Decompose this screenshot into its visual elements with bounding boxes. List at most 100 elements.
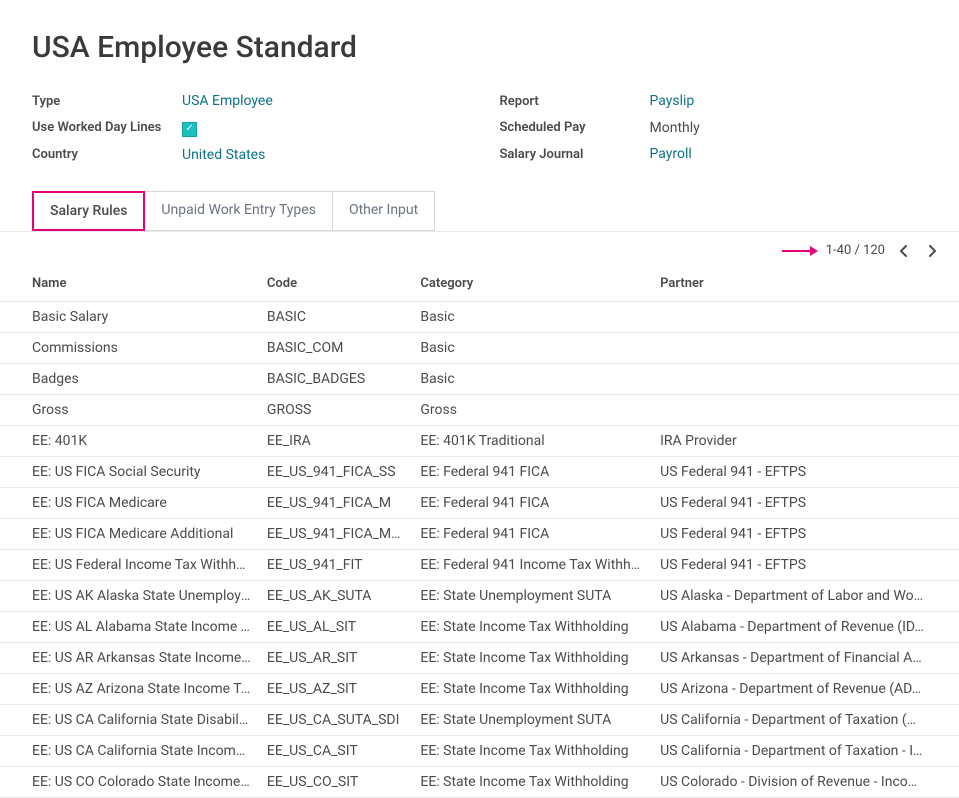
cell-category: EE: State Income Tax Withholding — [412, 766, 652, 797]
cell-name: Badges — [0, 363, 259, 394]
cell-code: EE_US_AR_SIT — [259, 642, 412, 673]
table-row[interactable]: EE: US AL Alabama State Income Tax Wit…E… — [0, 611, 959, 642]
check-icon: ✓ — [182, 122, 197, 137]
cell-partner: US Colorado - Division of Revenue - Inco… — [652, 766, 959, 797]
cell-partner: US Federal 941 - EFTPS — [652, 549, 959, 580]
type-label: Type — [32, 94, 182, 109]
type-value[interactable]: USA Employee — [182, 93, 460, 109]
tab-unpaid-work-entry-types[interactable]: Unpaid Work Entry Types — [144, 191, 333, 231]
cell-name: EE: US AZ Arizona State Income Tax With… — [0, 673, 259, 704]
table-row[interactable]: EE: US AR Arkansas State Income Tax Wi…E… — [0, 642, 959, 673]
scheduled-pay-value: Monthly — [650, 120, 928, 136]
cell-name: EE: US CA California State Disability In… — [0, 704, 259, 735]
cell-code: EE_US_941_FIT — [259, 549, 412, 580]
cell-code: BASIC_BADGES — [259, 363, 412, 394]
table-area: 1-40 / 120 Name Code Category Partner Ba… — [0, 231, 959, 798]
tab-other-input[interactable]: Other Input — [332, 191, 435, 231]
cell-code: EE_US_AK_SUTA — [259, 580, 412, 611]
table-row[interactable]: EE: US CO Colorado State Income Tax Wi…E… — [0, 766, 959, 797]
meta-right: Report Payslip Scheduled Pay Monthly Sal… — [500, 93, 928, 163]
cell-code: EE_US_AZ_SIT — [259, 673, 412, 704]
salary-rules-table: Name Code Category Partner Basic SalaryB… — [0, 266, 959, 798]
cell-name: Basic Salary — [0, 301, 259, 332]
cell-name: EE: US AL Alabama State Income Tax Wit… — [0, 611, 259, 642]
worked-day-lines-label: Use Worked Day Lines — [32, 120, 182, 135]
salary-journal-value[interactable]: Payroll — [650, 146, 928, 162]
cell-code: EE_US_CA_SUTA_SDI — [259, 704, 412, 735]
cell-partner — [652, 394, 959, 425]
cell-name: EE: 401K — [0, 425, 259, 456]
cell-name: EE: US Federal Income Tax Withholding — [0, 549, 259, 580]
cell-name: EE: US AR Arkansas State Income Tax Wi… — [0, 642, 259, 673]
report-value[interactable]: Payslip — [650, 93, 928, 109]
cell-code: EE_US_941_FICA_M — [259, 487, 412, 518]
cell-partner: US Arkansas - Department of Financial A… — [652, 642, 959, 673]
report-label: Report — [500, 94, 650, 109]
cell-name: EE: US FICA Medicare Additional — [0, 518, 259, 549]
col-partner[interactable]: Partner — [652, 266, 959, 302]
table-row[interactable]: Basic SalaryBASICBasic — [0, 301, 959, 332]
cell-category: Basic — [412, 301, 652, 332]
pager-next-button[interactable] — [923, 242, 941, 260]
table-row[interactable]: EE: US CA California State Income Tax W…… — [0, 735, 959, 766]
cell-name: Commissions — [0, 332, 259, 363]
cell-code: BASIC_COM — [259, 332, 412, 363]
table-row[interactable]: EE: US AK Alaska State Unemployment (…EE… — [0, 580, 959, 611]
cell-partner: US California - Department of Taxation -… — [652, 735, 959, 766]
country-value[interactable]: United States — [182, 147, 460, 163]
cell-category: EE: 401K Traditional — [412, 425, 652, 456]
cell-code: EE_US_CO_SIT — [259, 766, 412, 797]
table-row[interactable]: EE: US FICA Medicare AdditionalEE_US_941… — [0, 518, 959, 549]
cell-category: Basic — [412, 332, 652, 363]
cell-category: Basic — [412, 363, 652, 394]
cell-code: EE_US_941_FICA_SS — [259, 456, 412, 487]
salary-journal-label: Salary Journal — [500, 147, 650, 162]
chevron-right-icon — [928, 245, 936, 257]
cell-partner: US Federal 941 - EFTPS — [652, 487, 959, 518]
cell-partner: US Alaska - Department of Labor and Wo… — [652, 580, 959, 611]
cell-code: EE_US_CA_SIT — [259, 735, 412, 766]
cell-partner — [652, 363, 959, 394]
table-row[interactable]: CommissionsBASIC_COMBasic — [0, 332, 959, 363]
table-row[interactable]: BadgesBASIC_BADGESBasic — [0, 363, 959, 394]
cell-name: EE: US CA California State Income Tax W… — [0, 735, 259, 766]
table-row[interactable]: EE: US Federal Income Tax WithholdingEE_… — [0, 549, 959, 580]
pager-text[interactable]: 1-40 / 120 — [826, 243, 885, 258]
worked-day-lines-checkbox[interactable]: ✓ — [182, 119, 460, 137]
cell-partner: US Arizona - Department of Revenue (AD… — [652, 673, 959, 704]
cell-name: Gross — [0, 394, 259, 425]
cell-partner — [652, 332, 959, 363]
chevron-left-icon — [900, 245, 908, 257]
table-row[interactable]: EE: US CA California State Disability In… — [0, 704, 959, 735]
tab-salary-rules[interactable]: Salary Rules — [32, 191, 145, 231]
cell-category: EE: State Income Tax Withholding — [412, 735, 652, 766]
cell-code: EE_US_AL_SIT — [259, 611, 412, 642]
cell-partner: US Alabama - Department of Revenue (ID… — [652, 611, 959, 642]
annotation-arrow-icon — [782, 250, 816, 252]
pager-prev-button[interactable] — [895, 242, 913, 260]
cell-name: EE: US CO Colorado State Income Tax Wi… — [0, 766, 259, 797]
meta-section: Type USA Employee Use Worked Day Lines ✓… — [32, 93, 927, 163]
cell-category: EE: Federal 941 Income Tax Withholdi… — [412, 549, 652, 580]
table-row[interactable]: EE: 401KEE_IRAEE: 401K TraditionalIRA Pr… — [0, 425, 959, 456]
table-row[interactable]: GrossGROSSGross — [0, 394, 959, 425]
col-name[interactable]: Name — [0, 266, 259, 302]
meta-left: Type USA Employee Use Worked Day Lines ✓… — [32, 93, 460, 163]
cell-category: EE: Federal 941 FICA — [412, 456, 652, 487]
table-row[interactable]: EE: US AZ Arizona State Income Tax With…… — [0, 673, 959, 704]
cell-category: EE: State Income Tax Withholding — [412, 611, 652, 642]
cell-code: GROSS — [259, 394, 412, 425]
cell-category: EE: State Unemployment SUTA — [412, 580, 652, 611]
col-code[interactable]: Code — [259, 266, 412, 302]
cell-partner: US Federal 941 - EFTPS — [652, 518, 959, 549]
table-row[interactable]: EE: US FICA MedicareEE_US_941_FICA_MEE: … — [0, 487, 959, 518]
table-row[interactable]: EE: US FICA Social SecurityEE_US_941_FIC… — [0, 456, 959, 487]
col-category[interactable]: Category — [412, 266, 652, 302]
cell-code: EE_US_941_FICA_M_ADD — [259, 518, 412, 549]
cell-category: EE: State Income Tax Withholding — [412, 673, 652, 704]
table-header-row: Name Code Category Partner — [0, 266, 959, 302]
cell-code: EE_IRA — [259, 425, 412, 456]
cell-partner: US Federal 941 - EFTPS — [652, 456, 959, 487]
cell-code: BASIC — [259, 301, 412, 332]
cell-partner — [652, 301, 959, 332]
